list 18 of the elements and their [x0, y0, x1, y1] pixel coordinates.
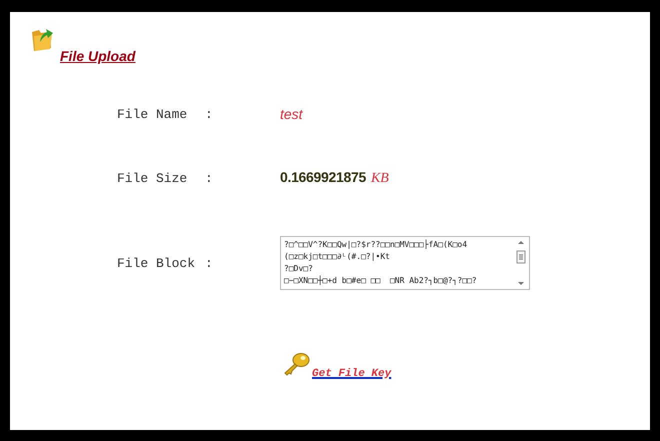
file-block-line: ?□Dv□? [284, 263, 314, 275]
file-block-line: (□z□kj□t□□□∂ᴸ(#.□?|•Kt [284, 251, 391, 263]
get-file-key-link[interactable]: Get File Key [312, 368, 392, 380]
file-block-line: □−□XN□□┼□+d b□#e□ □□ □NR Ab2?┐b□@?┐?□□? [284, 275, 478, 287]
field-label: File Name [117, 106, 188, 122]
field-label: File Size [117, 170, 188, 186]
file-name-value: test [280, 106, 303, 122]
field-label: File Block [117, 256, 196, 270]
size-unit: KB [370, 171, 389, 187]
folder-icon [30, 26, 54, 52]
page-title: File Upload [60, 48, 136, 64]
key-icon [282, 352, 310, 376]
colon: : [205, 106, 214, 122]
file-block-field[interactable]: ?□^□□V^?K□□Qw|□?$r??□□n□MV□□□├fA□(K□o4 (□z□kj□t□□□∂ᴸ(#.□?|•Kt ?□Dv□? □−□XN□□┼□+d b□#e□ □□ □NR Ab2?┐b□@?┐?□□? [280, 236, 530, 290]
colon: : [205, 170, 214, 186]
file-block-line: ?□^□□V^?K□□Qw|□?$r??□□n□MV□□□├fA□(K□o4 [284, 239, 468, 251]
colon: : [205, 256, 214, 270]
file-size-value: 0.1669921875 [280, 169, 366, 185]
